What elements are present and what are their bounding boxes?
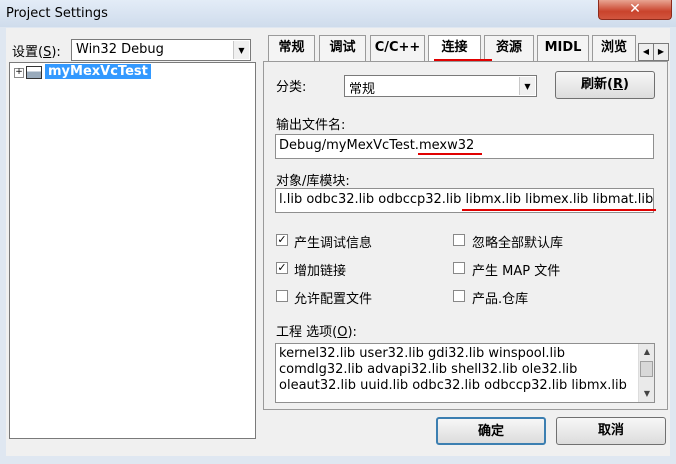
- tab-resources[interactable]: 资源: [484, 35, 534, 61]
- scroll-up-icon[interactable]: ▲: [639, 344, 654, 360]
- output-file-input[interactable]: Debug/myMexVcTest.mexw32: [275, 134, 654, 159]
- annotation-underline-extension: [418, 153, 482, 155]
- expand-plus-icon[interactable]: +: [14, 68, 24, 78]
- checkbox-map-file-label: 产生 MAP 文件: [472, 264, 561, 279]
- checkbox-debug-info-label: 产生调试信息: [294, 236, 373, 251]
- checkbox-incremental-link-label: 增加链接: [294, 264, 347, 279]
- options-scrollbar[interactable]: ▲ ▼: [638, 344, 654, 402]
- project-tree[interactable]: + myMexVcTest: [9, 62, 256, 439]
- options-line: kernel32.lib user32.lib gdi32.lib winspo…: [279, 346, 565, 361]
- tab-debug[interactable]: 调试: [319, 35, 366, 61]
- checkbox-incremental-link[interactable]: ✓: [276, 262, 288, 274]
- project-icon: [26, 66, 42, 79]
- options-line: oleaut32.lib uuid.lib odbc32.lib odbccp3…: [279, 378, 627, 393]
- tab-cpp[interactable]: C/C++: [370, 35, 425, 61]
- checkbox-map-file[interactable]: [453, 262, 465, 274]
- dialog-client: 设置(S): Win32 Debug ▼ + myMexVcTest 常规 调试…: [6, 28, 670, 456]
- options-line: comdlg32.lib advapi32.lib shell32.lib ol…: [279, 362, 578, 377]
- checkbox-profiling[interactable]: [276, 290, 288, 302]
- category-combo-value: 常规: [349, 82, 376, 97]
- annotation-underline-libs: [462, 209, 656, 211]
- checkbox-ignore-default-libs[interactable]: [453, 234, 465, 246]
- reset-button[interactable]: 刷新(R): [555, 71, 655, 99]
- project-options-textarea[interactable]: kernel32.lib user32.lib gdi32.lib winspo…: [275, 343, 655, 403]
- project-options-label: 工程 选项(O):: [276, 325, 357, 340]
- tab-browse[interactable]: 浏览: [592, 35, 636, 61]
- window-title: Project Settings: [6, 6, 108, 21]
- tab-scroll-right-icon[interactable]: ▶: [653, 43, 669, 61]
- checkbox-ignore-default-libs-label: 忽略全部默认库: [472, 236, 564, 251]
- checkbox-debug-info[interactable]: ✓: [276, 234, 288, 246]
- category-combo[interactable]: 常规 ▼: [344, 75, 537, 97]
- cancel-button[interactable]: 取消: [556, 417, 666, 445]
- modules-label: 对象/库模块:: [276, 174, 350, 189]
- tree-item-project[interactable]: myMexVcTest: [45, 64, 151, 79]
- close-button[interactable]: ✕: [598, 0, 672, 20]
- close-icon: ✕: [629, 1, 641, 17]
- checkbox-profiling-label: 允许配置文件: [294, 292, 373, 307]
- scroll-down-icon[interactable]: ▼: [639, 386, 654, 402]
- output-file-label: 输出文件名:: [276, 118, 346, 133]
- checkbox-product-library-label: 产品.仓库: [472, 292, 529, 307]
- tab-midl[interactable]: MIDL: [537, 35, 589, 61]
- category-label: 分类:: [276, 80, 307, 95]
- tab-scroll-left-icon[interactable]: ◀: [638, 43, 654, 61]
- title-bar: Project Settings ✕: [0, 0, 676, 27]
- checkbox-product-library[interactable]: [453, 290, 465, 302]
- tab-link[interactable]: 连接: [428, 35, 481, 61]
- chevron-down-icon[interactable]: ▼: [233, 41, 249, 59]
- chevron-down-icon[interactable]: ▼: [519, 77, 535, 95]
- settings-combo-value: Win32 Debug: [76, 42, 164, 57]
- scroll-thumb[interactable]: [640, 361, 653, 377]
- tab-general[interactable]: 常规: [268, 35, 315, 61]
- ok-button[interactable]: 确定: [436, 417, 546, 445]
- settings-combo[interactable]: Win32 Debug ▼: [71, 39, 251, 61]
- settings-label: 设置(S):: [12, 45, 61, 60]
